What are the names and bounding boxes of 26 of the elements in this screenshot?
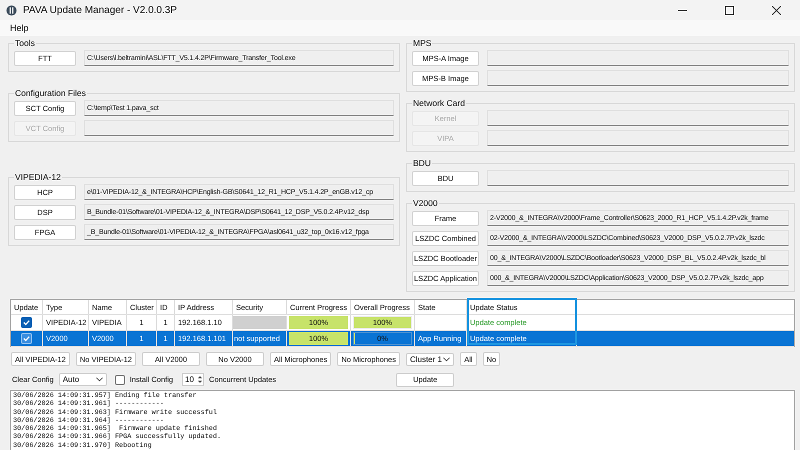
app-logo-icon bbox=[6, 4, 17, 16]
clear-config-dropdown[interactable]: Auto bbox=[58, 373, 107, 386]
caret-icon bbox=[442, 356, 450, 362]
close-icon[interactable] bbox=[772, 6, 781, 14]
group-title: BDU bbox=[412, 158, 432, 168]
path-field[interactable] bbox=[487, 50, 789, 66]
path-field[interactable] bbox=[84, 120, 394, 136]
maximize-icon[interactable] bbox=[725, 6, 734, 14]
group-title: Network Card bbox=[412, 98, 466, 108]
update-checkbox[interactable] bbox=[21, 333, 32, 344]
group-title: Tools bbox=[14, 38, 36, 48]
concurrent-spinner[interactable]: 10 bbox=[182, 373, 204, 386]
window-title: PAVA Update Manager - V2.0.0.3P bbox=[23, 4, 177, 16]
path-field[interactable] bbox=[487, 170, 789, 186]
menu-item[interactable]: Help bbox=[10, 23, 29, 33]
group-title: V2000 bbox=[412, 198, 439, 208]
update-checkbox[interactable] bbox=[21, 317, 32, 328]
caret-icon bbox=[96, 377, 103, 382]
path-field[interactable] bbox=[487, 110, 789, 126]
group-title: VIPEDIA-12 bbox=[14, 172, 62, 182]
group-title: Configuration Files bbox=[14, 88, 87, 98]
cluster-dropdown[interactable]: Cluster 1 bbox=[406, 352, 454, 366]
install-config-checkbox[interactable] bbox=[114, 374, 125, 384]
path-field[interactable] bbox=[487, 130, 789, 146]
group-title: MPS bbox=[412, 38, 432, 48]
path-field[interactable] bbox=[487, 70, 789, 86]
